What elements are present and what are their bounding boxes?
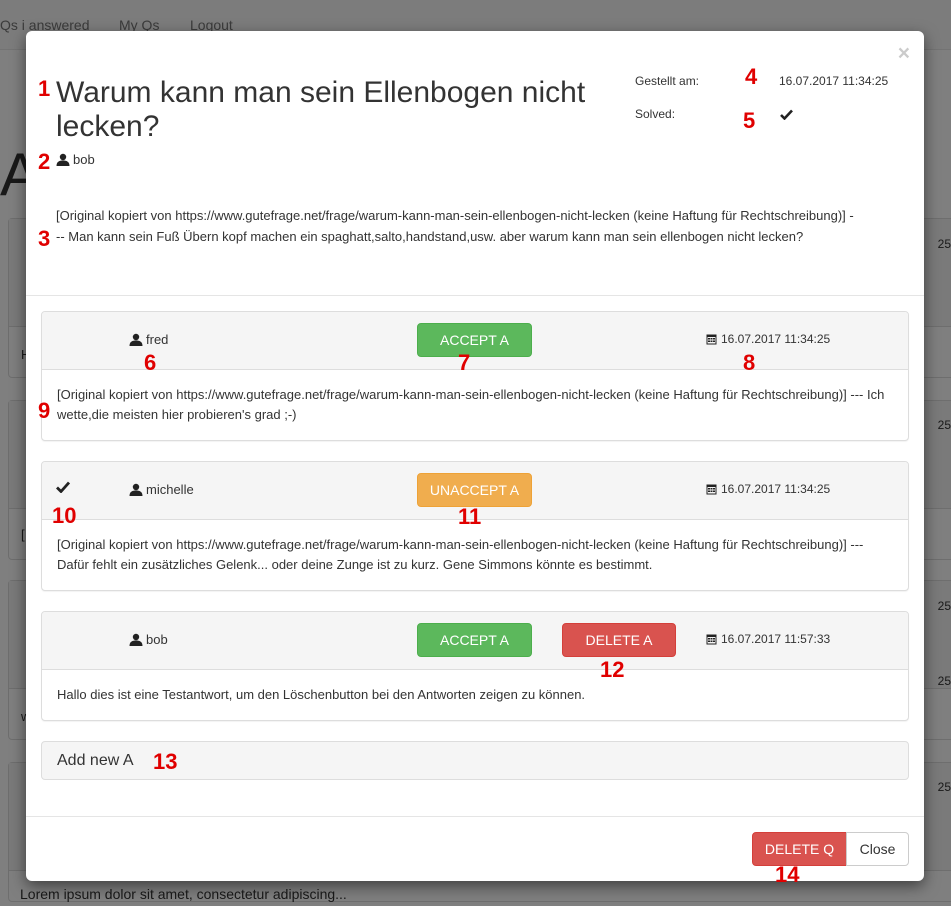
calendar-icon xyxy=(706,333,717,345)
annotation-5: 5 xyxy=(743,108,756,133)
user-icon xyxy=(129,633,143,646)
answer-header: fred ACCEPT A 16.07.2017 11:34:25 xyxy=(42,312,908,370)
divider xyxy=(26,295,924,296)
annotation-7: 7 xyxy=(458,350,471,375)
answer-date-text: 16.07.2017 11:57:33 xyxy=(721,632,831,646)
annotation-11: 11 xyxy=(458,504,482,529)
annotation-8: 8 xyxy=(743,350,756,375)
answer-date-text: 16.07.2017 11:34:25 xyxy=(721,332,831,346)
close-button[interactable]: Close xyxy=(846,832,909,866)
answer-panel: fred ACCEPT A 16.07.2017 11:34:25 [Origi… xyxy=(41,311,909,441)
created-label: Gestellt am: xyxy=(635,74,700,88)
answer-date: 16.07.2017 11:34:25 xyxy=(706,332,830,346)
annotation-1: 1 xyxy=(38,76,51,101)
delete-answer-button[interactable]: DELETE A xyxy=(562,623,676,657)
answer-header: bob ACCEPT A DELETE A 16.07.2017 11:57:3… xyxy=(42,612,908,670)
annotation-9: 9 xyxy=(38,398,51,423)
answer-author-name: fred xyxy=(146,332,169,347)
footer-divider xyxy=(26,816,924,817)
user-icon xyxy=(129,483,143,496)
answer-date-text: 16.07.2017 11:34:25 xyxy=(721,482,831,496)
question-author: bob xyxy=(56,152,95,167)
annotation-10: 10 xyxy=(52,503,77,528)
calendar-icon xyxy=(706,483,717,495)
close-icon[interactable]: × xyxy=(898,43,910,64)
question-body: [Original kopiert von https://www.gutefr… xyxy=(56,208,854,244)
annotation-6: 6 xyxy=(144,350,157,375)
created-value: 16.07.2017 11:34:25 xyxy=(779,74,889,88)
answer-panel: bob ACCEPT A DELETE A 16.07.2017 11:57:3… xyxy=(41,611,909,721)
annotation-14: 14 xyxy=(775,862,800,887)
answer-author: michelle xyxy=(129,482,194,497)
accept-answer-button[interactable]: ACCEPT A xyxy=(417,623,532,657)
unaccept-answer-button[interactable]: UNACCEPT A xyxy=(417,473,532,507)
answer-author: fred xyxy=(129,332,168,347)
annotation-13: 13 xyxy=(153,749,178,774)
answer-author: bob xyxy=(129,632,168,647)
answer-date: 16.07.2017 11:57:33 xyxy=(706,632,830,646)
delete-question-button[interactable]: DELETE Q xyxy=(752,832,847,866)
answer-author-name: bob xyxy=(146,632,168,647)
user-icon xyxy=(129,333,143,346)
user-icon xyxy=(56,153,70,166)
answer-body: Hallo dies ist eine Testantwort, um den … xyxy=(57,687,586,702)
question-title: Warum kann man sein Ellenbogen nicht lec… xyxy=(56,76,586,143)
answer-body: [Original kopiert von https://www.gutefr… xyxy=(57,537,864,572)
author-name: bob xyxy=(73,152,95,167)
answer-author-name: michelle xyxy=(146,482,194,497)
accept-answer-button[interactable]: ACCEPT A xyxy=(417,323,532,357)
accepted-check-icon xyxy=(56,481,70,493)
answer-date: 16.07.2017 11:34:25 xyxy=(706,482,830,496)
annotation-2: 2 xyxy=(38,149,51,174)
calendar-icon xyxy=(706,633,717,645)
annotation-3: 3 xyxy=(38,226,51,251)
answer-body: [Original kopiert von https://www.gutefr… xyxy=(57,387,885,422)
solved-label: Solved: xyxy=(635,107,676,121)
annotation-12: 12 xyxy=(600,657,625,682)
check-icon xyxy=(780,109,793,120)
annotation-4: 4 xyxy=(745,64,758,89)
